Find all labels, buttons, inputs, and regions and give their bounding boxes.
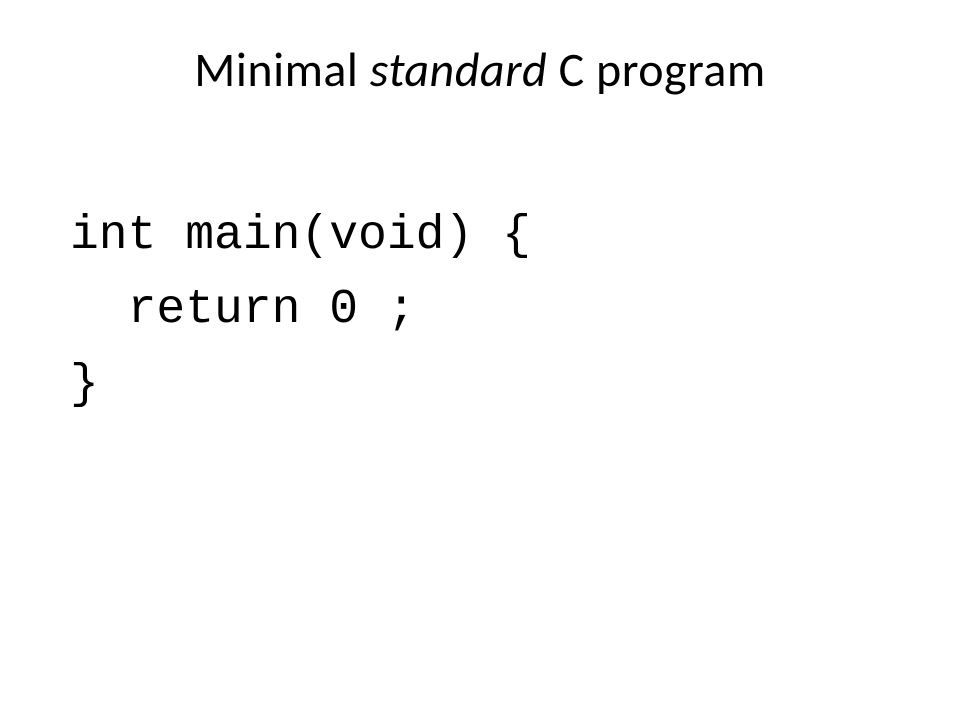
code-line-2: return 0 ; bbox=[70, 273, 900, 347]
title-part2: C program bbox=[547, 40, 765, 99]
title-italic: standard bbox=[370, 40, 547, 99]
slide-container: Minimal standard C program int main(void… bbox=[0, 0, 960, 720]
code-line-1: int main(void) { bbox=[70, 199, 900, 273]
code-block: int main(void) { return 0 ;} bbox=[70, 199, 900, 422]
slide-title: Minimal standard C program bbox=[60, 40, 900, 99]
code-line-3: } bbox=[70, 348, 900, 422]
title-part1: Minimal bbox=[194, 40, 370, 99]
